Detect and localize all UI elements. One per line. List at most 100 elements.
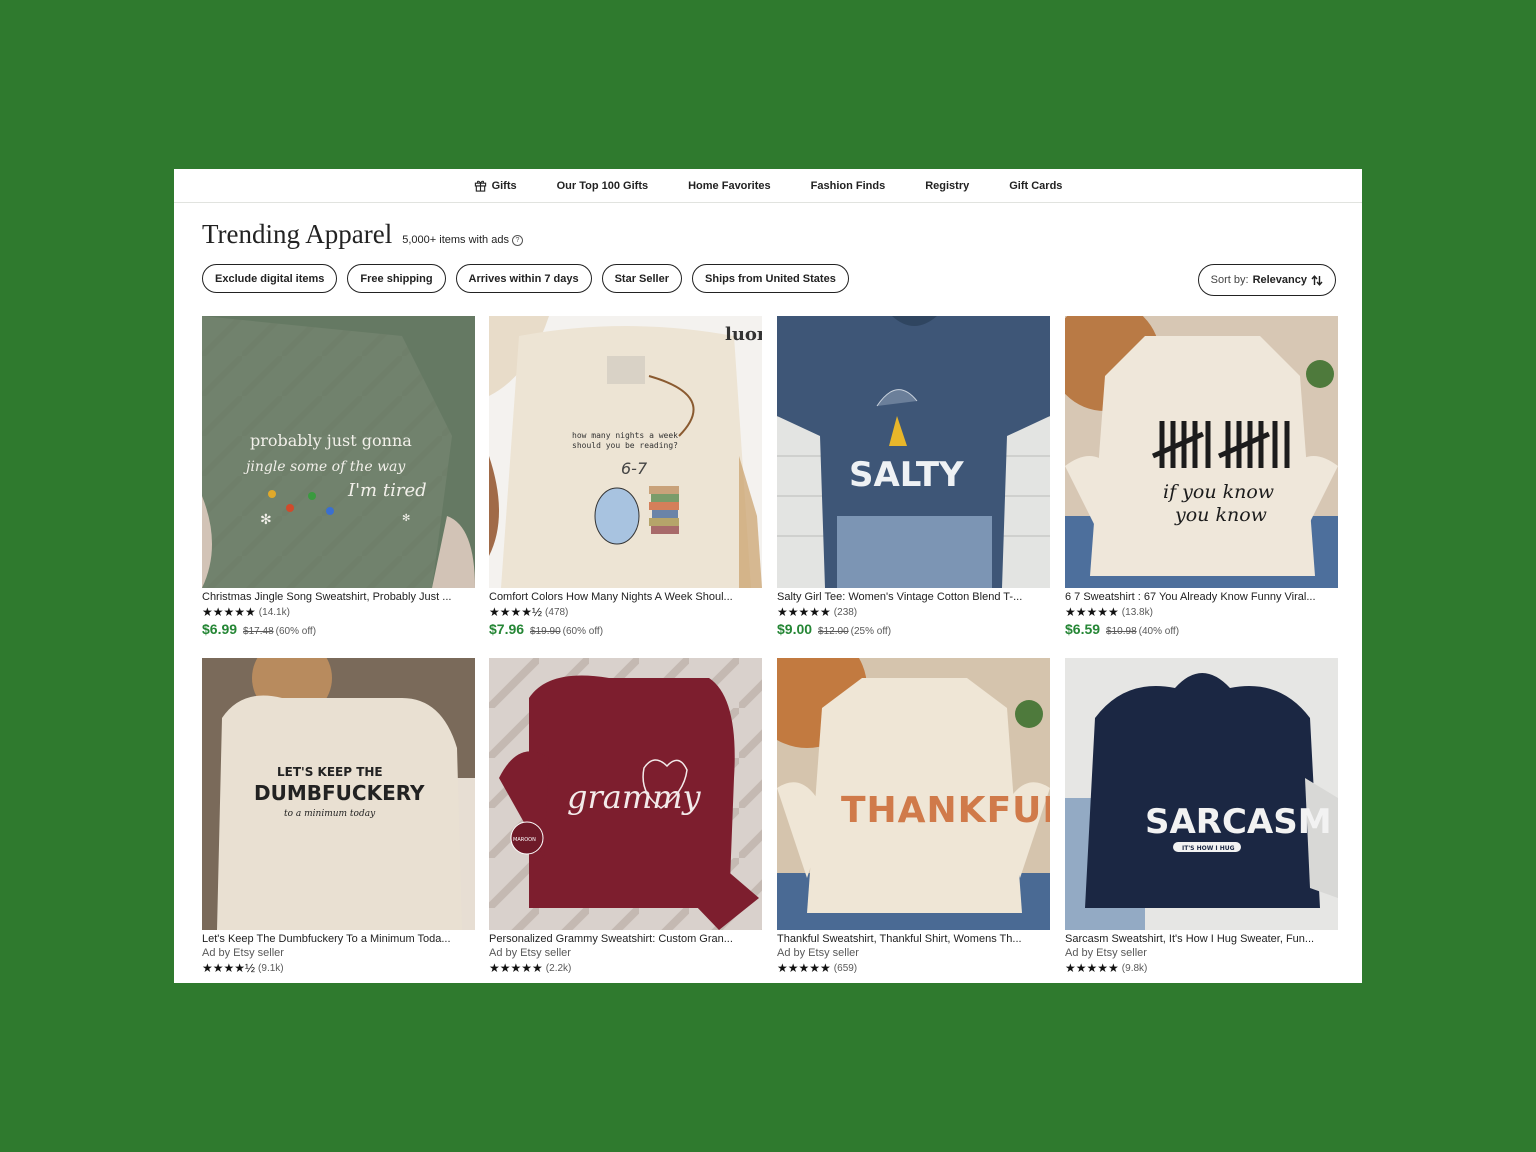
product-image[interactable]: THANKFUL — [777, 658, 1050, 930]
star-rating-icon: ★★★★★ — [489, 961, 543, 975]
review-count: (478) — [545, 606, 569, 618]
product-title[interactable]: Salty Girl Tee: Women's Vintage Cotton B… — [777, 591, 1050, 603]
nav-registry[interactable]: Registry — [905, 180, 989, 192]
product-rating: ★★★★★ (14.1k) — [202, 605, 475, 619]
product-title[interactable]: Sarcasm Sweatshirt, It's How I Hug Sweat… — [1065, 933, 1338, 945]
review-count: (14.1k) — [258, 606, 290, 618]
product-title[interactable]: Thankful Sweatshirt, Thankful Shirt, Wom… — [777, 933, 1050, 945]
sale-price: $6.59 — [1065, 621, 1101, 637]
results-count: 5,000+ items with ads ? — [402, 234, 523, 246]
nav-gift-cards[interactable]: Gift Cards — [989, 180, 1082, 192]
discount-label: (40% off) — [1138, 626, 1180, 637]
salty-design-text: SALTY — [849, 455, 964, 495]
price-row: $9.00 $12.00 (25% off) — [777, 621, 1050, 637]
product-card[interactable]: how many nights a week should you be rea… — [489, 316, 762, 637]
results-count-text: 5,000+ items with ads — [402, 234, 509, 246]
dumb-design-text-1: LET'S KEEP THE — [277, 765, 383, 779]
grammy-design-text: grammy — [567, 778, 702, 816]
original-price: $19.90 — [530, 626, 561, 637]
dumb-design-text-2: DUMBFUCKERY — [254, 781, 425, 805]
nav-gifts-label: Gifts — [491, 179, 517, 192]
reading-design-text-2: should you be reading? — [572, 441, 678, 450]
sort-value: Relevancy — [1252, 274, 1307, 286]
filter-ships-from-us[interactable]: Ships from United States — [692, 264, 849, 293]
nav-home-favorites-label: Home Favorites — [688, 179, 771, 192]
product-card[interactable]: SALTY Salty Girl Tee: Women's Vintage Co… — [777, 316, 1050, 637]
product-card[interactable]: SARCASM IT'S HOW I HUG Sarcasm Sweatshir… — [1065, 658, 1338, 975]
product-image[interactable]: MAROON grammy — [489, 658, 762, 930]
star-rating-icon: ★★★★★ — [202, 605, 256, 619]
nav-home-favorites[interactable]: Home Favorites — [668, 180, 791, 192]
price-row: $6.59 $10.98 (40% off) — [1065, 621, 1338, 637]
product-card[interactable]: if you know you know 6 7 Sweatshirt : 67… — [1065, 316, 1338, 637]
price-row: $6.99 $17.48 (60% off) — [202, 621, 475, 637]
product-image[interactable]: how many nights a week should you be rea… — [489, 316, 762, 588]
sort-arrows-icon — [1311, 274, 1323, 286]
jingle-design-text-3: I'm tired — [347, 480, 427, 501]
nav-fashion-finds[interactable]: Fashion Finds — [791, 180, 906, 192]
star-rating-icon: ★★★★★ — [1065, 605, 1119, 619]
product-title[interactable]: 6 7 Sweatshirt : 67 You Already Know Fun… — [1065, 591, 1338, 603]
dumb-design-text-3: to a minimum today — [284, 809, 376, 819]
nav-fashion-finds-label: Fashion Finds — [810, 179, 886, 192]
product-title[interactable]: Comfort Colors How Many Nights A Week Sh… — [489, 591, 762, 603]
nav-gifts[interactable]: Gifts — [454, 179, 537, 192]
filter-free-shipping[interactable]: Free shipping — [347, 264, 446, 293]
sale-price: $6.99 — [202, 621, 238, 637]
original-price: $10.98 — [1106, 626, 1137, 637]
filter-star-seller[interactable]: Star Seller — [601, 264, 683, 293]
review-count: (13.8k) — [1121, 606, 1153, 618]
iykyk-design-text-2: you know — [1174, 504, 1267, 526]
product-card[interactable]: LET'S KEEP THE DUMBFUCKERY to a minimum … — [202, 658, 475, 975]
star-rating-icon: ★★★★½ — [202, 961, 256, 975]
product-card[interactable]: THANKFUL Thankful Sweatshirt, Thankful S… — [777, 658, 1050, 975]
filter-chips: Exclude digital items Free shipping Arri… — [202, 264, 849, 293]
original-price: $12.00 — [818, 626, 849, 637]
discount-label: (25% off) — [850, 626, 892, 637]
product-rating: ★★★★★ (9.8k) — [1065, 961, 1338, 975]
star-rating-icon: ★★★★★ — [777, 605, 831, 619]
info-circle-icon[interactable]: ? — [511, 234, 523, 246]
star-rating-icon: ★★★★½ — [489, 605, 543, 619]
product-rating: ★★★★½ (478) — [489, 605, 762, 619]
nav-top-100-gifts[interactable]: Our Top 100 Gifts — [537, 180, 668, 192]
sort-label: Sort by: — [1210, 274, 1249, 286]
product-card[interactable]: MAROON grammy Personalized Grammy Sweats… — [489, 658, 762, 975]
iykyk-design-text-1: if you know — [1163, 481, 1274, 503]
product-image[interactable]: SALTY — [777, 316, 1050, 588]
product-rating: ★★★★★ (659) — [777, 961, 1050, 975]
product-rating: ★★★★½ (9.1k) — [202, 961, 475, 975]
sort-dropdown[interactable]: Sort by: Relevancy — [1197, 264, 1336, 296]
product-image[interactable]: SARCASM IT'S HOW I HUG — [1065, 658, 1338, 930]
review-count: (9.8k) — [1121, 962, 1148, 974]
product-image[interactable]: LET'S KEEP THE DUMBFUCKERY to a minimum … — [202, 658, 475, 930]
review-count: (9.1k) — [258, 962, 284, 974]
review-count: (2.2k) — [545, 962, 572, 974]
jingle-design-text-1: probably just gonna — [250, 431, 412, 450]
brand-watermark-text: luor — [725, 324, 762, 345]
jingle-design-text-2: jingle some of the way — [243, 459, 406, 475]
product-title[interactable]: Personalized Grammy Sweatshirt: Custom G… — [489, 933, 762, 945]
reading-design-number: 6-7 — [621, 459, 648, 478]
svg-text:✻: ✻ — [402, 513, 410, 524]
product-image[interactable]: if you know you know — [1065, 316, 1338, 588]
filter-arrives-7-days[interactable]: Arrives within 7 days — [455, 264, 592, 293]
reading-design-text-1: how many nights a week — [572, 431, 678, 440]
thankful-design-text: THANKFUL — [841, 790, 1050, 831]
product-title[interactable]: Let's Keep The Dumbfuckery To a Minimum … — [202, 933, 475, 945]
filter-exclude-digital[interactable]: Exclude digital items — [202, 264, 338, 293]
page-title: Trending Apparel — [202, 219, 393, 249]
original-price: $17.48 — [243, 626, 274, 637]
review-count: (659) — [833, 962, 858, 974]
gift-icon — [474, 180, 486, 192]
product-title[interactable]: Christmas Jingle Song Sweatshirt, Probab… — [202, 591, 475, 603]
product-image[interactable]: probably just gonna jingle some of the w… — [202, 316, 475, 588]
nav-gift-cards-label: Gift Cards — [1009, 179, 1063, 192]
star-rating-icon: ★★★★★ — [1065, 961, 1119, 975]
etsy-page: Gifts Our Top 100 Gifts Home Favorites F… — [174, 169, 1362, 983]
product-card[interactable]: probably just gonna jingle some of the w… — [202, 316, 475, 637]
product-rating: ★★★★★ (13.8k) — [1065, 605, 1338, 619]
discount-label: (60% off) — [275, 626, 317, 637]
product-rating: ★★★★★ (2.2k) — [489, 961, 762, 975]
ad-label: Ad by Etsy seller — [202, 947, 284, 959]
